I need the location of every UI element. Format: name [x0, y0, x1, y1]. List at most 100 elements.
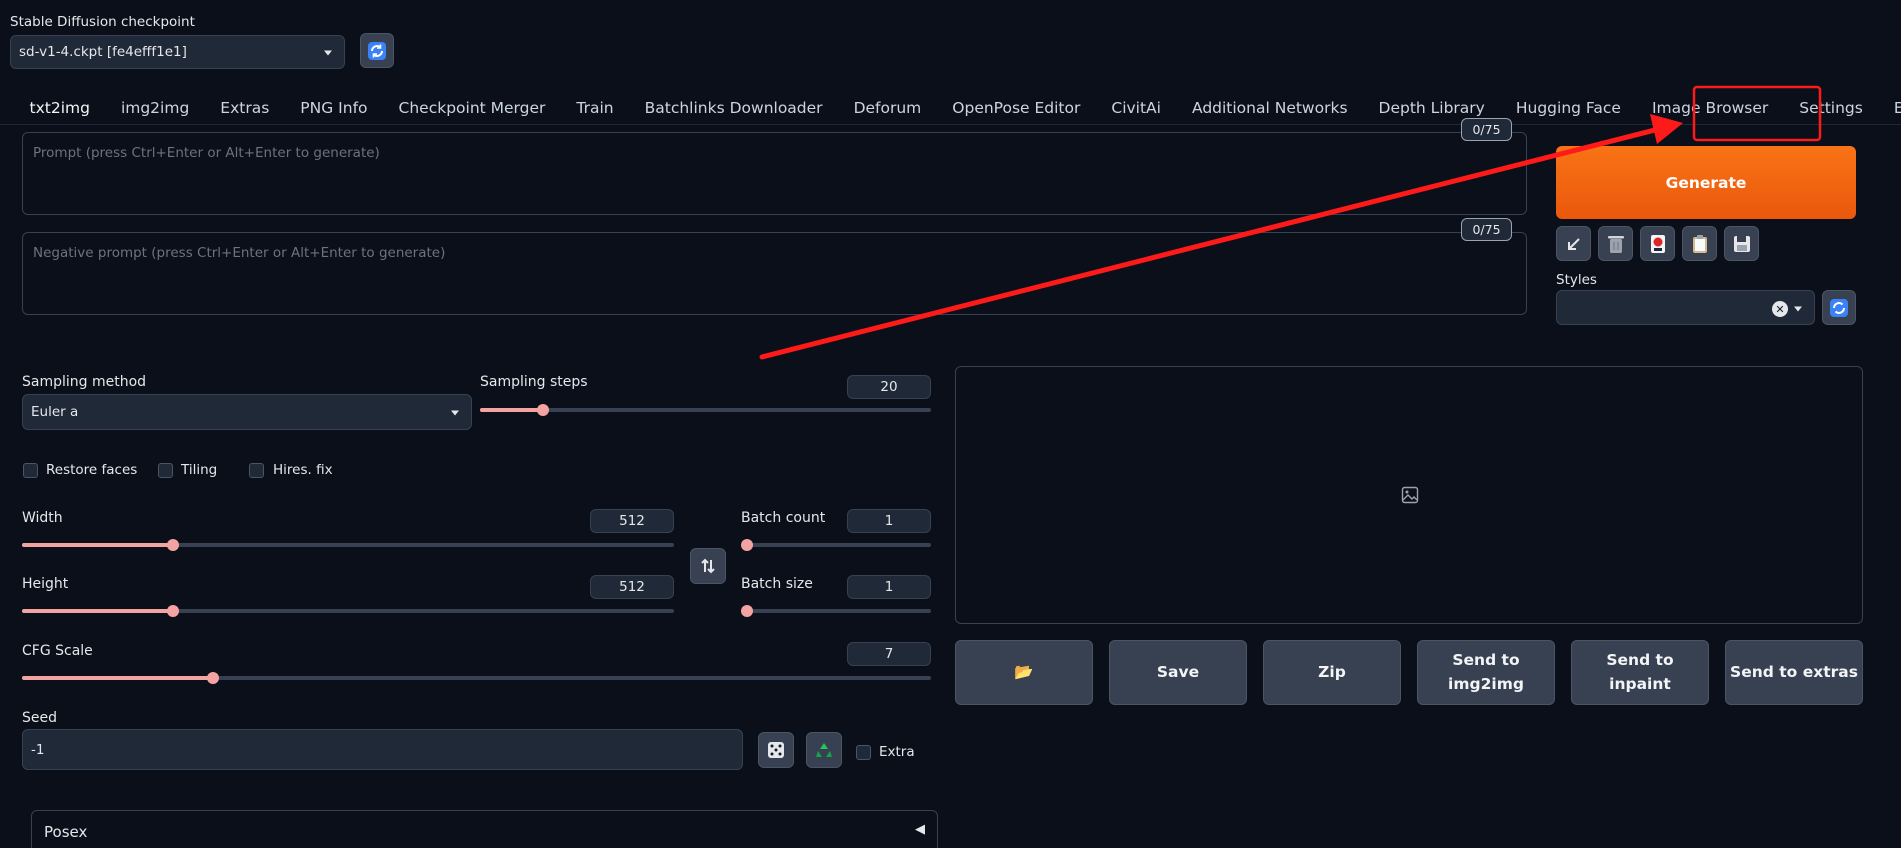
posex-label: Posex	[44, 823, 88, 841]
swap-dimensions-button[interactable]	[690, 548, 726, 584]
sampling-steps-slider[interactable]	[480, 404, 931, 416]
tab-checkpoint-merger[interactable]: Checkpoint Merger	[383, 92, 561, 124]
tab-openpose-editor[interactable]: OpenPose Editor	[937, 92, 1096, 124]
clear-styles-icon[interactable]: ✕	[1772, 301, 1788, 317]
read-params-button[interactable]	[1556, 226, 1591, 261]
styles-label: Styles	[1556, 272, 1597, 288]
tab-extras[interactable]: Extras	[205, 92, 285, 124]
prompt-placeholder: Prompt (press Ctrl+Enter or Alt+Enter to…	[33, 145, 380, 161]
refresh-styles-button[interactable]	[1822, 290, 1856, 325]
width-fill	[22, 543, 173, 547]
tab-civitai[interactable]: CivitAi	[1096, 92, 1177, 124]
sampling-steps-thumb[interactable]	[537, 404, 549, 416]
refresh-checkpoint-button[interactable]	[360, 33, 394, 68]
negative-prompt-token-counter: 0/75	[1461, 218, 1512, 241]
seed-input[interactable]: -1	[22, 729, 743, 770]
apply-style-button[interactable]	[1682, 226, 1717, 261]
dice-icon	[768, 742, 784, 758]
cfg-scale-thumb[interactable]	[207, 672, 219, 684]
output-gallery	[955, 366, 1863, 624]
tab-img2img[interactable]: img2img	[105, 92, 204, 124]
checkpoint-select[interactable]: sd-v1-4.ckpt [fe4efff1e1]	[10, 35, 345, 69]
hires-fix-checkbox[interactable]	[249, 463, 264, 478]
width-input[interactable]: 512	[590, 509, 674, 533]
tab-additional-networks[interactable]: Additional Networks	[1176, 92, 1363, 124]
batch-size-label: Batch size	[741, 576, 813, 592]
extra-seed-label: Extra	[879, 744, 915, 760]
send-to-img2img-button[interactable]: Send to img2img	[1417, 640, 1555, 705]
refresh-icon	[1830, 298, 1848, 317]
tab-extensions[interactable]: Extensions	[1878, 92, 1901, 124]
negative-prompt-placeholder: Negative prompt (press Ctrl+Enter or Alt…	[33, 245, 446, 261]
sampling-steps-label: Sampling steps	[480, 374, 588, 390]
posex-accordion[interactable]: Posex ◀	[31, 810, 938, 848]
height-thumb[interactable]	[167, 605, 179, 617]
tab-png-info[interactable]: PNG Info	[285, 92, 383, 124]
recycle-icon	[816, 743, 832, 757]
tab-deforum[interactable]: Deforum	[838, 92, 937, 124]
save-button[interactable]: Save	[1109, 640, 1247, 705]
open-folder-button[interactable]: 📂	[955, 640, 1093, 705]
sampling-method-value: Euler a	[31, 404, 79, 420]
cfg-scale-slider[interactable]	[22, 672, 931, 684]
tab-txt2img[interactable]: txt2img	[14, 92, 105, 124]
send-to-extras-button[interactable]: Send to extras	[1725, 640, 1863, 705]
sampling-steps-fill	[480, 408, 543, 412]
extra-seed-checkbox[interactable]	[856, 745, 871, 760]
hires-fix-label: Hires. fix	[273, 462, 333, 478]
save-style-button[interactable]	[1724, 226, 1759, 261]
tab-train[interactable]: Train	[561, 92, 629, 124]
height-slider[interactable]	[22, 605, 674, 617]
width-thumb[interactable]	[167, 539, 179, 551]
batch-count-thumb[interactable]	[741, 539, 753, 551]
tab-batchlinks-downloader[interactable]: Batchlinks Downloader	[629, 92, 838, 124]
chevron-down-icon	[1794, 306, 1802, 311]
prompt-token-counter: 0/75	[1461, 118, 1512, 141]
styles-select[interactable]: ✕	[1556, 290, 1815, 325]
arrow-down-left-icon	[1567, 237, 1580, 250]
tab-settings[interactable]: Settings	[1784, 92, 1879, 124]
tab-image-browser[interactable]: Image Browser	[1636, 92, 1783, 124]
red-seal-icon	[1650, 234, 1665, 253]
random-seed-button[interactable]	[758, 732, 794, 768]
folder-icon: 📂	[1014, 662, 1034, 681]
batch-size-thumb[interactable]	[741, 605, 753, 617]
cfg-scale-label: CFG Scale	[22, 643, 93, 659]
batch-size-slider[interactable]	[741, 605, 931, 617]
clipboard-icon	[1692, 234, 1707, 253]
clear-prompt-button[interactable]	[1598, 226, 1633, 261]
image-placeholder-icon	[1401, 486, 1419, 504]
tiling-label: Tiling	[181, 462, 218, 478]
batch-size-input[interactable]: 1	[847, 575, 931, 599]
sampling-method-select[interactable]: Euler a	[22, 394, 472, 430]
reuse-seed-button[interactable]	[806, 732, 842, 768]
refresh-icon	[368, 41, 386, 60]
chevron-down-icon	[451, 410, 459, 416]
prompt-textarea[interactable]: Prompt (press Ctrl+Enter or Alt+Enter to…	[22, 132, 1527, 215]
send-to-inpaint-button[interactable]: Send to inpaint	[1571, 640, 1709, 705]
show-extra-networks-button[interactable]	[1640, 226, 1675, 261]
height-input[interactable]: 512	[590, 575, 674, 599]
generate-button[interactable]: Generate	[1556, 146, 1856, 219]
batch-count-slider[interactable]	[741, 539, 931, 551]
restore-faces-checkbox[interactable]	[23, 463, 38, 478]
tab-bar: txt2img img2img Extras PNG Info Checkpoi…	[14, 92, 1901, 124]
sampling-method-label: Sampling method	[22, 374, 147, 390]
width-label: Width	[22, 510, 63, 526]
tab-hugging-face[interactable]: Hugging Face	[1500, 92, 1636, 124]
height-label: Height	[22, 576, 69, 592]
zip-button[interactable]: Zip	[1263, 640, 1401, 705]
checkpoint-value: sd-v1-4.ckpt [fe4efff1e1]	[19, 44, 187, 60]
cfg-scale-input[interactable]: 7	[847, 642, 931, 666]
batch-count-input[interactable]: 1	[847, 509, 931, 533]
width-slider[interactable]	[22, 539, 674, 551]
sampling-steps-input[interactable]: 20	[847, 375, 931, 399]
tab-divider	[0, 124, 1901, 125]
checkpoint-label: Stable Diffusion checkpoint	[10, 14, 195, 30]
swap-arrows-icon	[701, 558, 715, 574]
trash-icon	[1607, 235, 1624, 253]
seed-label: Seed	[22, 710, 57, 726]
tiling-checkbox[interactable]	[158, 463, 173, 478]
collapse-arrow-icon: ◀	[915, 822, 925, 837]
negative-prompt-textarea[interactable]: Negative prompt (press Ctrl+Enter or Alt…	[22, 232, 1527, 315]
